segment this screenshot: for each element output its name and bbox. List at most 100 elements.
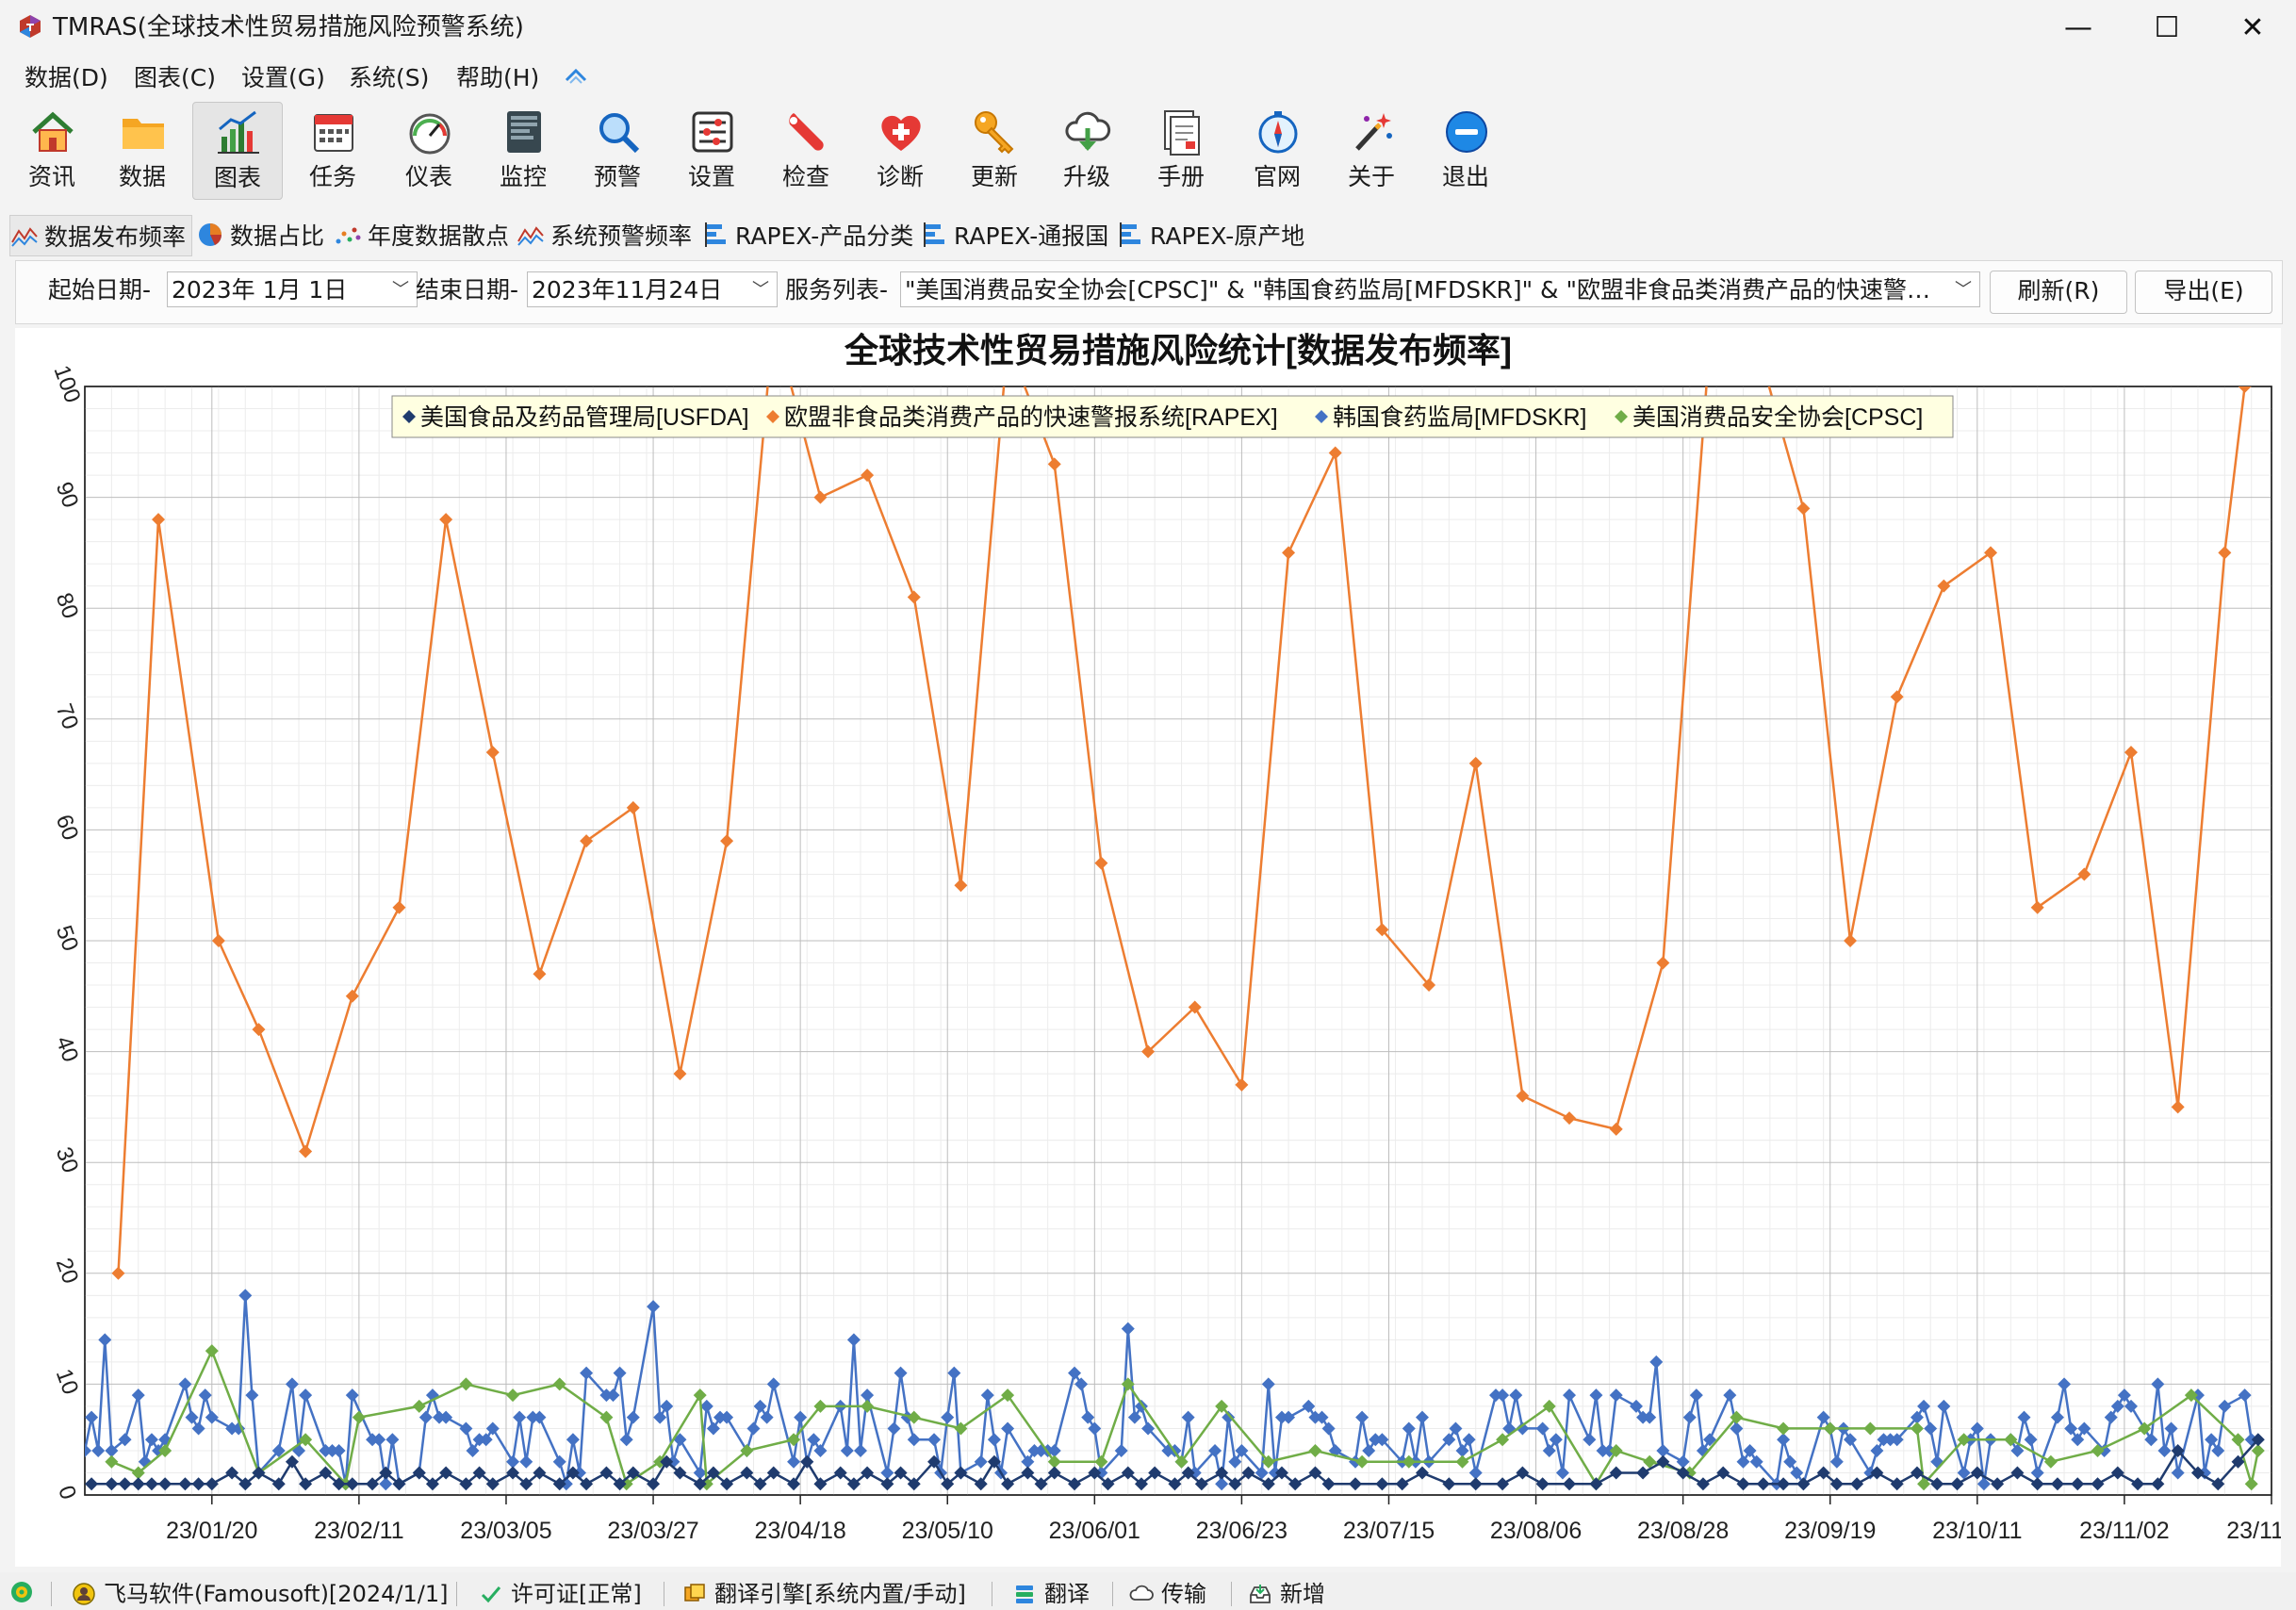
pie-chart-icon: [199, 223, 222, 246]
end-date-label: 结束日期-: [416, 276, 519, 304]
heart-plus-icon: [881, 115, 921, 151]
tab-label: 年度数据散点: [368, 222, 510, 250]
y-tick-label: 90: [51, 479, 84, 511]
y-tick-label: 80: [51, 589, 84, 621]
tool-label: 诊断: [876, 163, 924, 190]
translate-icon: [1016, 1585, 1033, 1603]
tool-alert[interactable]: 预警: [573, 102, 662, 198]
data-point-marker: [1750, 336, 1763, 349]
tool-label: 更新: [970, 163, 1018, 190]
maximize-button[interactable]: ☐: [2134, 8, 2200, 47]
tool-settings[interactable]: 设置: [667, 102, 756, 198]
service-list-dropdown[interactable]: "美国消费品安全协会[CPSC]" & "韩国食药监局[MFDSKR]" & "…: [900, 271, 1980, 307]
checkmark-icon: [481, 1586, 501, 1603]
x-tick-label: 23/06/01: [1049, 1518, 1140, 1544]
refresh-button[interactable]: 刷新(R): [1990, 271, 2127, 314]
menu-help[interactable]: 帮助(H): [452, 62, 543, 94]
tool-label: 仪表: [404, 163, 452, 190]
hbar-icon: [1120, 222, 1140, 247]
menu-data[interactable]: 数据(D): [21, 62, 112, 94]
tab-label: 数据占比: [230, 222, 325, 250]
status-license: 许可证[正常]: [479, 1580, 642, 1608]
tool-label: 设置: [687, 163, 735, 190]
tool-website[interactable]: 官网: [1233, 102, 1321, 198]
status-divider: [51, 1582, 52, 1606]
tmras-window: TMRAS(全球技术性贸易措施风险预警系统) ☐ ✕ 数据(D) 图表(C) 设…: [0, 0, 2296, 1610]
x-tick-label: 23/08/28: [1637, 1518, 1729, 1544]
close-button[interactable]: ✕: [2220, 8, 2286, 47]
minimize-button[interactable]: —: [2045, 8, 2111, 47]
tool-news[interactable]: 资讯: [8, 102, 96, 198]
legend-label: 美国消费品安全协会[CPSC]: [1632, 404, 1923, 431]
menu-settings[interactable]: 设置(G): [238, 62, 329, 94]
tab-publish-frequency[interactable]: 数据发布频率: [9, 215, 192, 256]
tool-manual[interactable]: 手册: [1137, 102, 1225, 198]
service-list-value: "美国消费品安全协会[CPSC]" & "韩国食药监局[MFDSKR]" & "…: [905, 276, 1945, 304]
status-transfer[interactable]: 传输: [1129, 1580, 1206, 1608]
frequency-line-chart: 0 10 20 30 40 50 60 70 80 90 100 23/01/20 23/02/11 23…: [49, 331, 2281, 1544]
status-new[interactable]: 新增: [1248, 1580, 1325, 1608]
tab-label: 数据发布频率: [44, 223, 187, 251]
chevron-down-icon: ﹀: [1955, 280, 1972, 300]
bar-chart-icon: [218, 110, 259, 154]
tab-rapex-category[interactable]: RAPEX-产品分类: [701, 215, 913, 255]
y-tick-label: 60: [51, 812, 84, 844]
status-label: 翻译: [1044, 1581, 1090, 1607]
legend-label: 欧盟非食品类消费产品的快速警报系统[RAPEX]: [784, 404, 1278, 431]
y-tick-label: 0: [53, 1483, 81, 1503]
legend-label: 韩国食药监局[MFDSKR]: [1333, 404, 1586, 431]
start-date-label: 起始日期-: [48, 276, 152, 304]
tab-yearly-scatter[interactable]: 年度数据散点: [334, 215, 509, 255]
tool-label: 手册: [1156, 163, 1205, 190]
menu-chart[interactable]: 图表(C): [130, 62, 220, 94]
status-divider: [1231, 1582, 1232, 1606]
shield-status-icon: [11, 1582, 32, 1602]
status-divider: [456, 1582, 457, 1606]
tab-rapex-notifying-country[interactable]: RAPEX-通报国: [920, 215, 1108, 255]
tool-exit[interactable]: 退出: [1421, 102, 1510, 198]
tool-gauge[interactable]: 仪表: [385, 102, 473, 198]
status-translate[interactable]: 翻译: [1012, 1580, 1090, 1608]
tool-update[interactable]: 更新: [950, 102, 1039, 198]
tab-data-share[interactable]: 数据占比: [196, 215, 324, 255]
tool-label: 检查: [781, 163, 829, 190]
exit-circle-icon: [1446, 111, 1487, 153]
tool-monitor[interactable]: 监控: [479, 102, 567, 198]
tool-upgrade[interactable]: 升级: [1042, 102, 1131, 198]
y-tick-label: 20: [51, 1255, 84, 1287]
menu-system[interactable]: 系统(S): [345, 62, 433, 94]
start-date-picker[interactable]: 2023年 1月 1日 ﹀: [167, 271, 418, 307]
cloud-download-icon: [1065, 111, 1111, 151]
tab-label: 系统预警频率: [550, 222, 693, 250]
folder-icon: [123, 119, 164, 149]
status-label: 飞马软件(Famousoft)[2024/1/1]: [104, 1581, 449, 1607]
window-title: TMRAS(全球技术性贸易措施风险预警系统): [53, 13, 524, 41]
tool-diagnose[interactable]: 诊断: [856, 102, 944, 198]
hbar-icon: [705, 222, 726, 247]
status-company: 飞马软件(Famousoft)[2024/1/1]: [72, 1580, 448, 1608]
tab-label: RAPEX-原产地: [1150, 222, 1305, 250]
app-logo-icon: [20, 15, 41, 38]
chevron-down-icon: ﹀: [392, 280, 409, 300]
user-badge-icon: [73, 1583, 95, 1605]
collapse-ribbon-icon[interactable]: [562, 62, 590, 90]
inbox-icon: [1250, 1585, 1271, 1603]
line-chart-icon: [517, 226, 544, 246]
y-tick-label: 70: [51, 700, 84, 732]
tool-chart[interactable]: 图表: [192, 102, 283, 200]
tool-data[interactable]: 数据: [98, 102, 187, 198]
end-date-picker[interactable]: 2023年11月24日 ﹀: [527, 271, 778, 307]
tab-rapex-origin[interactable]: RAPEX-原产地: [1116, 215, 1304, 255]
chart-tab-strip: 数据发布频率 数据占比 年度数据散点 系统预警频率 RAPEX-产品分类 RAP…: [0, 215, 2296, 256]
x-tick-label: 23/04/18: [754, 1518, 845, 1544]
tab-system-alert-frequency[interactable]: 系统预警频率: [517, 215, 692, 255]
tool-task[interactable]: 任务: [288, 102, 377, 198]
export-button[interactable]: 导出(E): [2135, 271, 2272, 314]
tool-about[interactable]: 关于: [1327, 102, 1416, 198]
tool-check[interactable]: 检查: [762, 102, 850, 198]
x-tick-label: 23/11/02: [2079, 1518, 2169, 1544]
legend-label: 美国食品及药品管理局[USFDA]: [420, 404, 749, 431]
status-translate-engine[interactable]: 翻译引擎[系统内置/手动]: [682, 1580, 966, 1608]
status-label: 传输: [1161, 1581, 1206, 1607]
y-tick-label: 30: [51, 1143, 84, 1175]
